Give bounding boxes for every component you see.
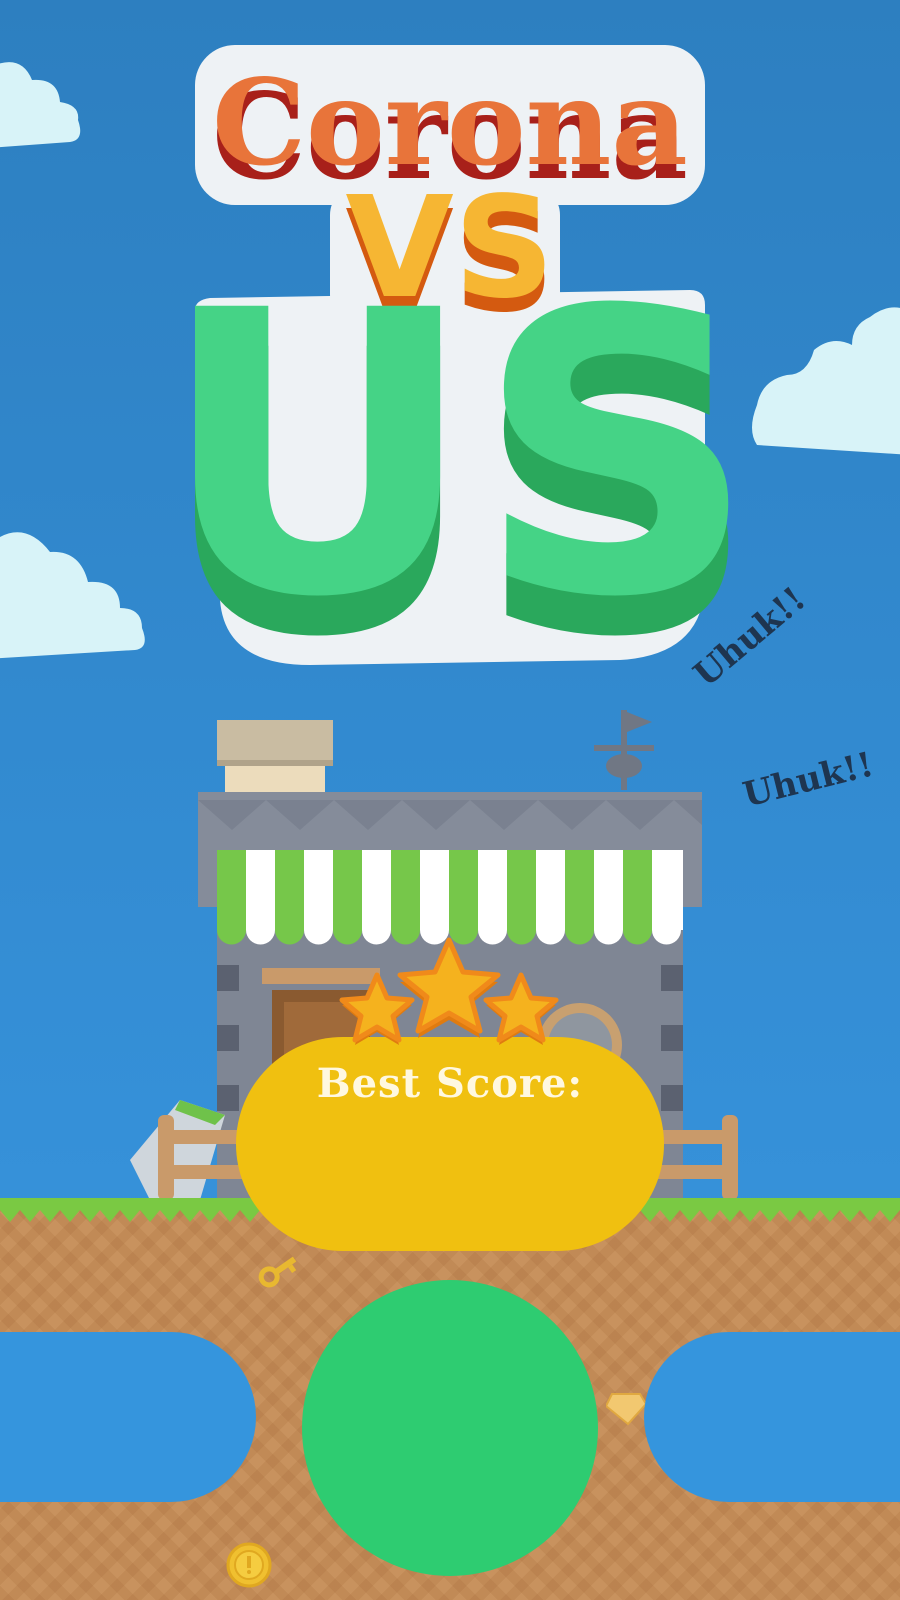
- play-button[interactable]: [302, 1280, 598, 1576]
- left-menu-button[interactable]: [0, 1332, 256, 1502]
- coin-icon: [226, 1542, 272, 1588]
- star-icon-center: [397, 937, 501, 1038]
- gem-icon: [606, 1393, 646, 1426]
- best-score-label: Best Score:: [316, 1060, 584, 1107]
- star-icon-right: [483, 972, 559, 1045]
- key-icon: [258, 1256, 297, 1288]
- score-stars: [339, 937, 559, 1045]
- right-menu-button[interactable]: [644, 1332, 900, 1502]
- game-scene: Corona Corona VS VS US US Uhuk!! Uhuk!!: [0, 0, 900, 1600]
- weathervane-icon: [594, 710, 654, 790]
- star-icon-left: [339, 972, 415, 1045]
